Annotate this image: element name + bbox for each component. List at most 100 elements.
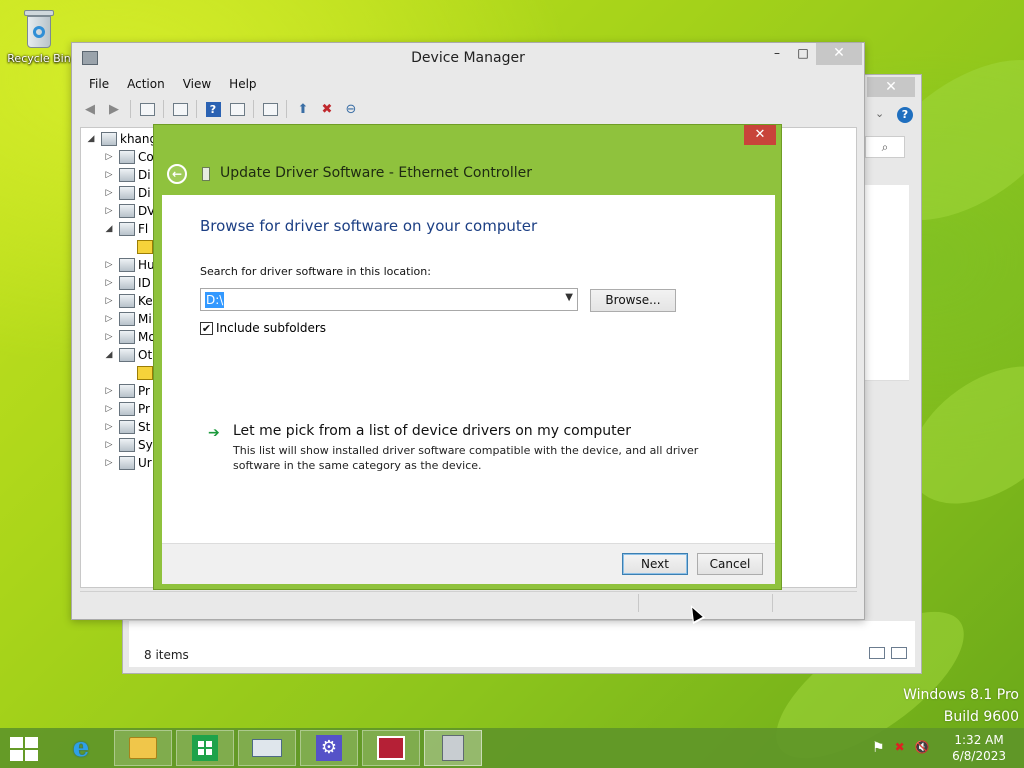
- expand-icon[interactable]: ▷: [103, 206, 115, 216]
- tree-item[interactable]: ▷ Di: [103, 184, 151, 202]
- expand-icon[interactable]: ▷: [103, 440, 115, 450]
- back-icon[interactable]: ◀: [80, 99, 100, 119]
- tree-item[interactable]: ▷ ID: [103, 274, 151, 292]
- dialog-content: Browse for driver software on your compu…: [162, 195, 775, 543]
- pick-from-list-description: This list will show installed driver sof…: [233, 444, 699, 472]
- watermark-build: Build 9600: [943, 709, 1019, 725]
- expand-icon[interactable]: ▷: [103, 404, 115, 414]
- clock[interactable]: 1:32 AM 6/8/2023: [952, 732, 1006, 764]
- back-arrow-icon[interactable]: ←: [167, 164, 187, 184]
- expand-icon[interactable]: ▷: [103, 296, 115, 306]
- search-icon[interactable]: ⌕: [865, 136, 905, 158]
- close-button[interactable]: ✕: [816, 43, 862, 65]
- taskbar-internet-explorer[interactable]: e: [52, 730, 110, 766]
- taskbar-device-manager[interactable]: [424, 730, 482, 766]
- mouse-icon: [119, 312, 135, 326]
- update-driver-dialog[interactable]: ✕ ← Update Driver Software - Ethernet Co…: [153, 124, 782, 590]
- tree-item[interactable]: ▷ Ke: [103, 292, 153, 310]
- tree-item[interactable]: ▷ Di: [103, 166, 151, 184]
- tree-item[interactable]: ◢ Fl: [103, 220, 148, 238]
- taskbar-file-explorer[interactable]: [114, 730, 172, 766]
- tree-item[interactable]: ▷ Pr: [103, 382, 150, 400]
- expand-icon[interactable]: ▷: [103, 386, 115, 396]
- tree-item[interactable]: ▷ Mi: [103, 310, 152, 328]
- dialog-close-button[interactable]: ✕: [744, 125, 776, 145]
- tree-item[interactable]: ▷ Sy: [103, 436, 153, 454]
- taskbar-settings[interactable]: ⚙: [300, 730, 358, 766]
- menu-file[interactable]: File: [80, 75, 118, 93]
- usb-controller-icon: [119, 456, 135, 470]
- background-window-close-button[interactable]: ✕: [867, 77, 915, 97]
- next-button[interactable]: Next: [622, 553, 688, 575]
- collapse-icon[interactable]: ◢: [85, 134, 97, 144]
- menu-help[interactable]: Help: [220, 75, 265, 93]
- recycle-bin-label: Recycle Bin: [7, 52, 71, 65]
- include-subfolders-checkbox[interactable]: ✔: [200, 321, 213, 335]
- details-view-icon[interactable]: [869, 647, 885, 659]
- forward-icon[interactable]: ▶: [104, 99, 124, 119]
- tree-item[interactable]: [121, 364, 156, 382]
- tree-item-label: Di: [138, 186, 151, 200]
- tree-item[interactable]: [121, 238, 156, 256]
- network-adapter-icon: [202, 167, 210, 181]
- uninstall-icon[interactable]: ✖: [317, 99, 337, 119]
- help-icon[interactable]: ?: [897, 107, 913, 123]
- device-manager-titlebar[interactable]: Device Manager – □ ✕: [72, 43, 864, 73]
- expand-icon[interactable]: ▷: [103, 332, 115, 342]
- taskbar-store[interactable]: [176, 730, 234, 766]
- tree-item[interactable]: ▷ Pr: [103, 400, 150, 418]
- disable-icon[interactable]: ⊖: [341, 99, 361, 119]
- console-tree-icon[interactable]: [170, 99, 190, 119]
- expand-icon[interactable]: ▷: [103, 458, 115, 468]
- speaker-muted-icon[interactable]: 🔇: [915, 740, 930, 756]
- flag-icon[interactable]: ⚑: [872, 740, 885, 756]
- taskbar-news[interactable]: [362, 730, 420, 766]
- expand-icon[interactable]: ▷: [103, 152, 115, 162]
- toolbar: ◀ ▶ ? ⬆ ✖ ⊖: [80, 97, 361, 121]
- chevron-down-icon[interactable]: ▼: [565, 292, 573, 303]
- taskbar-keyboard[interactable]: [238, 730, 296, 766]
- menu-view[interactable]: View: [174, 75, 220, 93]
- minimize-button[interactable]: –: [764, 43, 790, 65]
- properties-icon[interactable]: [137, 99, 157, 119]
- browse-button[interactable]: Browse...: [590, 289, 676, 312]
- expand-icon[interactable]: ▷: [103, 260, 115, 270]
- help-icon[interactable]: ?: [203, 99, 223, 119]
- expand-icon[interactable]: ▷: [103, 422, 115, 432]
- tree-item[interactable]: ▷ DV: [103, 202, 155, 220]
- include-subfolders-label[interactable]: Include subfolders: [216, 321, 326, 335]
- cancel-button[interactable]: Cancel: [697, 553, 763, 575]
- expand-icon[interactable]: ▷: [103, 278, 115, 288]
- items-count: 8 items: [144, 648, 189, 662]
- start-button[interactable]: [10, 737, 38, 761]
- update-driver-icon[interactable]: ⬆: [293, 99, 313, 119]
- pick-from-list-link[interactable]: Let me pick from a list of device driver…: [233, 423, 631, 439]
- chevron-down-icon[interactable]: ⌄: [875, 107, 884, 120]
- view-toggle-icons: [869, 647, 907, 659]
- tree-item[interactable]: ◢ khang: [85, 130, 157, 148]
- tree-item-label: Di: [138, 168, 151, 182]
- large-icons-view-icon[interactable]: [891, 647, 907, 659]
- network-error-icon[interactable]: ✖: [895, 740, 905, 756]
- collapse-icon[interactable]: ◢: [103, 350, 115, 360]
- driver-path-combobox[interactable]: D:\ ▼: [200, 288, 578, 311]
- tree-item[interactable]: ◢ Ot: [103, 346, 152, 364]
- tree-item-label: Ot: [138, 348, 153, 362]
- view-icon[interactable]: [227, 99, 247, 119]
- scan-hardware-icon[interactable]: [260, 99, 280, 119]
- expand-icon[interactable]: ▷: [103, 170, 115, 180]
- tree-item[interactable]: ▷ Mo: [103, 328, 156, 346]
- driver-path-value[interactable]: D:\: [205, 292, 225, 308]
- tree-item[interactable]: ▷ Co: [103, 148, 154, 166]
- tree-item[interactable]: ▷ Hu: [103, 256, 155, 274]
- recycle-bin-desktop-icon[interactable]: Recycle Bin: [6, 6, 72, 65]
- menu-action[interactable]: Action: [118, 75, 174, 93]
- expand-icon[interactable]: ▷: [103, 188, 115, 198]
- expand-icon[interactable]: ▷: [103, 314, 115, 324]
- collapse-icon[interactable]: ◢: [103, 224, 115, 234]
- maximize-button[interactable]: □: [790, 43, 816, 65]
- tree-item[interactable]: ▷ Ur: [103, 454, 152, 472]
- disk-drive-icon: [119, 168, 135, 182]
- include-subfolders-row[interactable]: ✔ Include subfolders: [200, 321, 326, 335]
- tree-item[interactable]: ▷ St: [103, 418, 150, 436]
